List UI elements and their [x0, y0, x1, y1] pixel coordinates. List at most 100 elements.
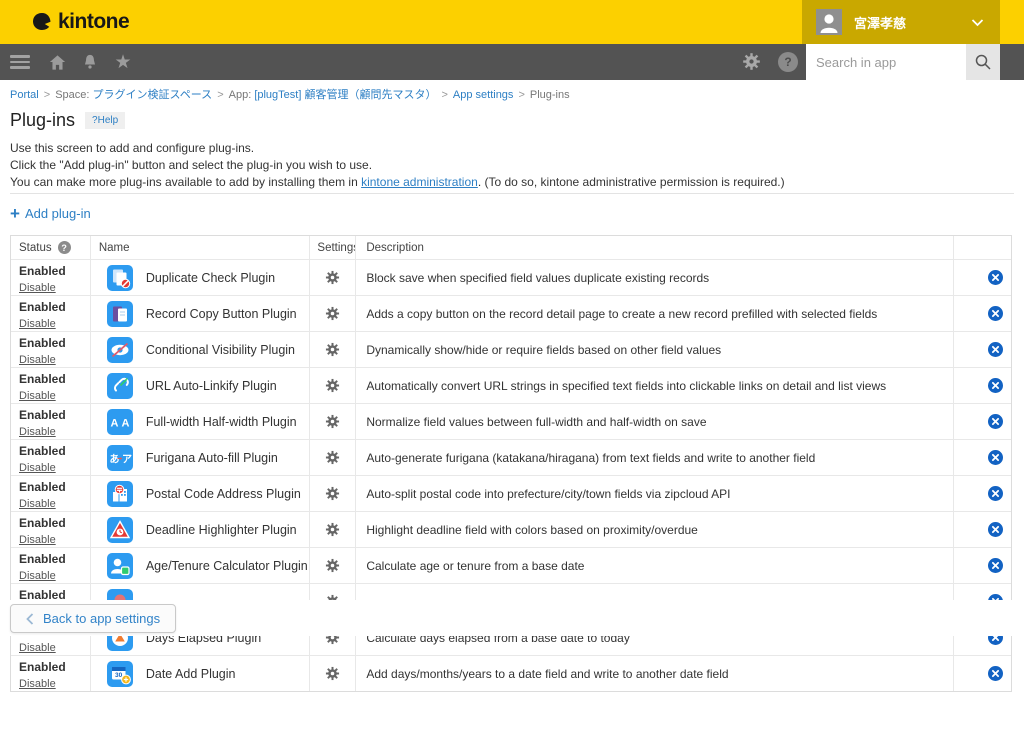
name-cell: Age/Tenure Calculator Plugin	[91, 548, 311, 583]
remove-plugin-icon[interactable]	[988, 486, 1003, 501]
deadline-icon	[107, 517, 133, 543]
add-plugin-button[interactable]: + Add plug-in	[10, 206, 91, 221]
divider	[10, 193, 1014, 194]
global-navbar: ★ ?	[0, 44, 1024, 80]
plugin-settings-gear-icon[interactable]	[325, 486, 340, 501]
add-plugin-label: Add plug-in	[25, 206, 91, 221]
user-name: 宮澤孝慈	[854, 13, 971, 32]
breadcrumb-link[interactable]: [plugTest] 顧客管理（顧問先マスタ）	[254, 89, 436, 101]
plugin-settings-gear-icon[interactable]	[325, 270, 340, 285]
remove-cell	[954, 656, 1011, 691]
back-button-label: Back to app settings	[43, 611, 160, 626]
settings-cell	[310, 260, 356, 295]
remove-plugin-icon[interactable]	[988, 558, 1003, 573]
plugin-name: Duplicate Check Plugin	[146, 271, 275, 285]
disable-link[interactable]: Disable	[19, 533, 56, 547]
status-enabled-label: Enabled	[19, 300, 90, 314]
settings-cell	[310, 368, 356, 403]
breadcrumb-separator: >	[441, 89, 447, 101]
help-icon[interactable]: ?	[778, 52, 798, 72]
disable-link[interactable]: Disable	[19, 497, 56, 511]
hamburger-menu-icon[interactable]	[10, 55, 30, 69]
remove-plugin-icon[interactable]	[988, 450, 1003, 465]
plugin-settings-gear-icon[interactable]	[325, 306, 340, 321]
plugin-settings-gear-icon[interactable]	[325, 342, 340, 357]
plugin-settings-gear-icon[interactable]	[325, 450, 340, 465]
plugin-table-row: Enabled Disable Deadline Highlighter Plu…	[11, 511, 1011, 547]
help-badge[interactable]: ?Help	[85, 112, 125, 129]
search-button[interactable]	[966, 44, 1000, 80]
favorites-star-icon[interactable]: ★	[113, 52, 133, 72]
remove-plugin-icon[interactable]	[988, 342, 1003, 357]
disable-link[interactable]: Disable	[19, 317, 56, 331]
description-cell: Highlight deadline field with colors bas…	[356, 512, 954, 547]
plugin-settings-gear-icon[interactable]	[325, 558, 340, 573]
search-input[interactable]	[806, 44, 966, 80]
disable-link[interactable]: Disable	[19, 569, 56, 583]
title-row: Plug-ins ?Help	[10, 110, 125, 131]
plugin-settings-gear-icon[interactable]	[325, 522, 340, 537]
name-cell: Record Copy Button Plugin	[91, 296, 311, 331]
disable-link[interactable]: Disable	[19, 389, 56, 403]
remove-plugin-icon[interactable]	[988, 666, 1003, 681]
plugin-table-row: Enabled Disable Conditional Visibility P…	[11, 331, 1011, 367]
remove-cell	[954, 332, 1011, 367]
plugin-table-row: Enabled Disable Duplicate Check Plugin B…	[11, 259, 1011, 295]
disable-link[interactable]: Disable	[19, 353, 56, 367]
kintone-administration-link[interactable]: kintone administration	[361, 175, 478, 189]
settings-cell	[310, 332, 356, 367]
disable-link[interactable]: Disable	[19, 281, 56, 295]
kintone-logo[interactable]: kintone	[30, 0, 129, 44]
plugin-settings-gear-icon[interactable]	[325, 378, 340, 393]
breadcrumb-link[interactable]: App settings	[453, 89, 514, 101]
person-icon	[816, 9, 842, 35]
magnifier-icon	[974, 53, 992, 71]
disable-link[interactable]: Disable	[19, 461, 56, 475]
plugin-table-row: Enabled Disable 30 Date Add Plugin Add d…	[11, 655, 1011, 691]
settings-cell	[310, 656, 356, 691]
fullwidth-halfwidth-icon: AA	[107, 409, 133, 435]
user-menu[interactable]: 宮澤孝慈	[802, 0, 1000, 44]
age-tenure-icon	[107, 553, 133, 579]
intro-line-3: You can make more plug-ins available to …	[10, 174, 785, 191]
settings-gear-icon[interactable]	[742, 52, 761, 76]
status-enabled-label: Enabled	[19, 516, 90, 530]
disable-link[interactable]: Disable	[19, 425, 56, 439]
description-cell: Adds a copy button on the record detail …	[356, 296, 954, 331]
plugin-name: Furigana Auto-fill Plugin	[146, 451, 278, 465]
intro-line-3-before: You can make more plug-ins available to …	[10, 175, 361, 189]
plugin-name: Conditional Visibility Plugin	[146, 343, 295, 357]
svg-text:ア: ア	[122, 453, 132, 465]
remove-plugin-icon[interactable]	[988, 306, 1003, 321]
status-help-icon[interactable]: ?	[58, 241, 71, 254]
back-to-app-settings-button[interactable]: Back to app settings	[10, 604, 176, 633]
page-title: Plug-ins	[10, 110, 75, 131]
disable-link[interactable]: Disable	[19, 677, 56, 691]
plugin-settings-gear-icon[interactable]	[325, 666, 340, 681]
plugin-name: Age/Tenure Calculator Plugin	[146, 559, 308, 573]
remove-cell	[954, 440, 1011, 475]
remove-plugin-icon[interactable]	[988, 270, 1003, 285]
breadcrumb-link[interactable]: プラグイン検証スペース	[93, 89, 213, 101]
plugin-table-header: Status ? Name Settings Description	[11, 236, 1011, 259]
header-description: Description	[356, 236, 954, 259]
breadcrumb-link[interactable]: Portal	[10, 89, 39, 101]
remove-plugin-icon[interactable]	[988, 378, 1003, 393]
notification-bell-icon[interactable]	[80, 52, 100, 72]
chevron-left-icon	[26, 613, 34, 625]
settings-cell	[310, 404, 356, 439]
remove-cell	[954, 512, 1011, 547]
description-cell: Block save when specified field values d…	[356, 260, 954, 295]
plugin-settings-gear-icon[interactable]	[325, 414, 340, 429]
header-name: Name	[91, 236, 311, 259]
status-enabled-label: Enabled	[19, 264, 90, 278]
description-cell: Calculate age or tenure from a base date	[356, 548, 954, 583]
status-cell: Enabled Disable	[11, 656, 91, 691]
remove-plugin-icon[interactable]	[988, 522, 1003, 537]
status-enabled-label: Enabled	[19, 372, 90, 386]
disable-link[interactable]: Disable	[19, 641, 56, 655]
name-cell: あア Furigana Auto-fill Plugin	[91, 440, 311, 475]
nav-left-icons: ★	[10, 44, 133, 80]
remove-plugin-icon[interactable]	[988, 414, 1003, 429]
home-icon[interactable]	[47, 52, 67, 72]
